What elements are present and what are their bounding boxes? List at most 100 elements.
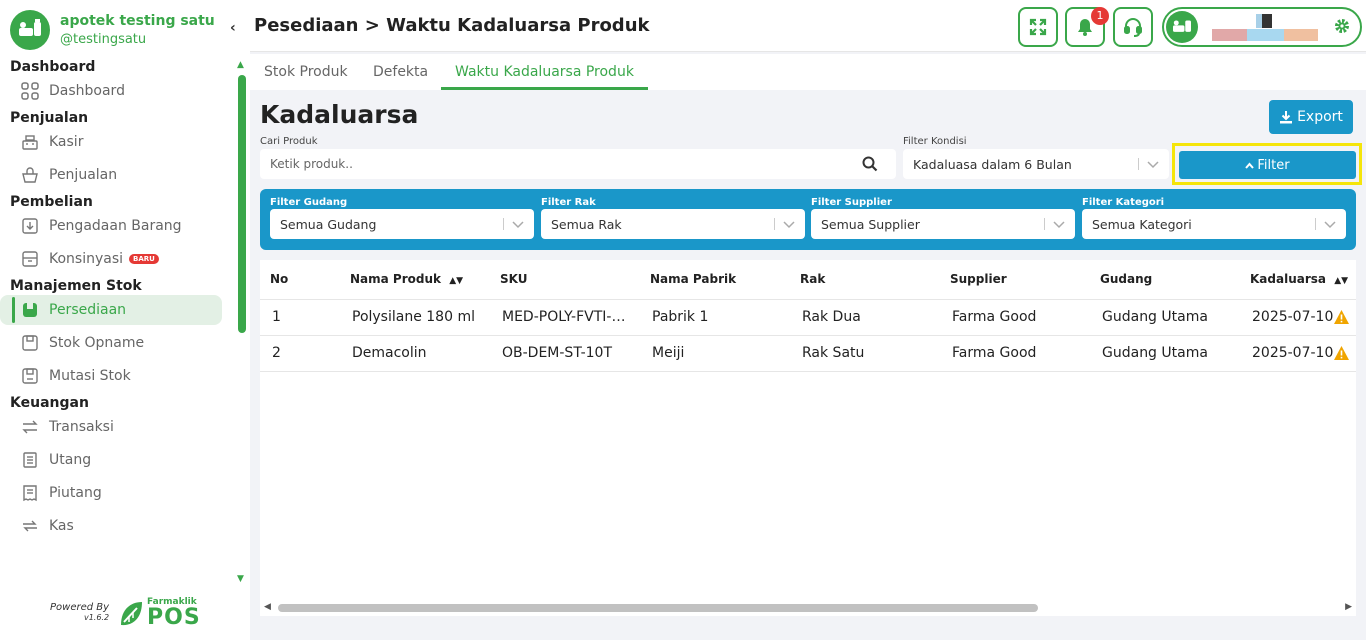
sidebar-item-penjualan[interactable]: Penjualan — [0, 160, 222, 190]
sidebar-item-konsinyasi[interactable]: Konsinyasi BARU — [0, 244, 222, 274]
pharmacy-logo-icon — [10, 10, 50, 50]
column-header-nama-produk[interactable]: Nama Produk ▲▼ — [350, 272, 463, 286]
filter-gudang-label: Filter Gudang — [270, 197, 348, 208]
select-separator — [1138, 158, 1139, 170]
expand-icon — [1029, 18, 1047, 36]
sidebar-item-utang[interactable]: Utang — [0, 445, 222, 475]
column-header-supplier: Supplier — [950, 272, 1007, 286]
powered-by: Powered By v1.6.2 — [50, 603, 109, 623]
filter-rak-select[interactable]: Semua Rak — [541, 209, 805, 239]
section-pembelian: Pembelian — [10, 194, 93, 210]
chevron-down-icon — [1324, 221, 1336, 229]
export-button[interactable]: Export — [1269, 100, 1353, 134]
search-input[interactable]: Ketik produk.. — [260, 149, 896, 179]
select-separator — [503, 218, 504, 230]
table-row[interactable]: 2 Demacolin OB-DEM-ST-10T Meiji Rak Satu… — [260, 335, 1356, 371]
table-row-divider — [260, 371, 1356, 372]
avatar — [1166, 11, 1198, 43]
expiry-table: No Nama Produk ▲▼ SKU Nama Pabrik Rak Su… — [260, 260, 1356, 600]
exchange-icon — [20, 417, 40, 437]
search-icon[interactable] — [862, 156, 878, 172]
farmaklik-logo: Farmaklik POS — [117, 598, 201, 629]
table-row[interactable]: 1 Polysilane 180 ml MED-POLY-FVTI-… Pabr… — [260, 299, 1356, 335]
scrollbar-thumb[interactable] — [278, 604, 1038, 612]
gear-icon[interactable] — [1334, 18, 1350, 34]
inventory-icon — [20, 300, 40, 320]
section-dashboard: Dashboard — [10, 59, 96, 75]
cell-no: 1 — [272, 309, 281, 325]
sort-icon[interactable]: ▲▼ — [449, 276, 463, 286]
filter-panel: Filter Gudang Semua Gudang Filter Rak Se… — [260, 189, 1356, 250]
chevron-down-icon — [512, 221, 524, 229]
section-manajemen-stok: Manajemen Stok — [10, 278, 142, 294]
sidebar-item-mutasi-stok[interactable]: Mutasi Stok — [0, 361, 222, 391]
section-keuangan: Keuangan — [10, 395, 89, 411]
sidebar-scrollbar[interactable]: ▲ ▼ — [236, 60, 248, 588]
scroll-left-icon[interactable]: ◀ — [264, 602, 271, 612]
tab-stok-produk[interactable]: Stok Produk — [264, 54, 348, 90]
profile-picture-redacted — [1256, 14, 1272, 28]
cell-nama-pabrik: Pabrik 1 — [652, 309, 709, 325]
highlight-box — [1172, 143, 1362, 185]
sidebar-item-label: Pengadaan Barang — [49, 218, 182, 234]
cell-kadaluarsa: 2025-07-10 — [1252, 345, 1334, 361]
collapse-sidebar-icon[interactable]: ‹ — [230, 20, 236, 36]
cell-sku: MED-POLY-FVTI-… — [502, 309, 626, 325]
profile-menu[interactable] — [1162, 7, 1362, 47]
filter-kategori-label: Filter Kategori — [1082, 197, 1165, 208]
brand-handle: @testingsatu — [60, 32, 147, 47]
farmaklik-leaf-icon — [121, 601, 142, 625]
filter-kategori-select[interactable]: Semua Kategori — [1082, 209, 1346, 239]
cell-no: 2 — [272, 345, 281, 361]
column-header-no: No — [270, 272, 289, 286]
tab-waktu-kadaluarsa-produk[interactable]: Waktu Kadaluarsa Produk — [441, 54, 648, 90]
warning-icon — [1334, 310, 1349, 324]
powered-by-text: Powered By — [50, 602, 110, 613]
section-penjualan: Penjualan — [10, 110, 89, 126]
filter-supplier-label: Filter Supplier — [811, 197, 892, 208]
sidebar-item-transaksi[interactable]: Transaksi — [0, 412, 222, 442]
notification-count-badge: 1 — [1091, 7, 1109, 25]
sidebar-item-kasir[interactable]: Kasir — [0, 127, 222, 157]
sidebar-menu: Dashboard Dashboard Penjualan Kasir Penj… — [0, 58, 232, 588]
cell-nama-pabrik: Meiji — [652, 345, 685, 361]
tab-bar: Stok Produk Defekta Waktu Kadaluarsa Pro… — [250, 54, 1366, 90]
sidebar-item-kas[interactable]: Kas — [0, 511, 222, 541]
version-text: v1.6.2 — [83, 613, 110, 622]
sort-icon[interactable]: ▲▼ — [1334, 276, 1348, 286]
sidebar-item-label: Stok Opname — [49, 335, 145, 351]
notification-button[interactable]: 1 — [1065, 7, 1109, 47]
basket-icon — [20, 165, 40, 185]
brand: apotek testing satu @testingsatu — [10, 10, 215, 50]
cell-nama-produk: Polysilane 180 ml — [352, 309, 475, 325]
scroll-down-icon[interactable]: ▼ — [237, 574, 244, 584]
select-separator — [1044, 218, 1045, 230]
sidebar-item-piutang[interactable]: Piutang — [0, 478, 222, 508]
condition-value: Kadaluasa dalam 6 Bulan — [913, 157, 1072, 172]
sidebar-item-persediaan[interactable]: Persediaan — [0, 295, 222, 325]
sidebar-item-stok-opname[interactable]: Stok Opname — [0, 328, 222, 358]
search-placeholder: Ketik produk.. — [270, 157, 353, 171]
cell-sku: OB-DEM-ST-10T — [502, 345, 613, 361]
tab-defekta[interactable]: Defekta — [373, 54, 428, 90]
column-header-nama-pabrik: Nama Pabrik — [650, 272, 737, 286]
scroll-right-icon[interactable]: ▶ — [1345, 602, 1352, 612]
filter-gudang-select[interactable]: Semua Gudang — [270, 209, 534, 239]
brand-name: apotek testing satu — [60, 13, 215, 29]
sidebar: apotek testing satu @testingsatu ‹ Dashb… — [0, 0, 250, 640]
column-header-kadaluarsa[interactable]: Kadaluarsa ▲▼ — [1250, 272, 1348, 286]
support-button[interactable] — [1113, 7, 1153, 47]
sidebar-item-label: Persediaan — [49, 302, 127, 318]
filter-supplier-select[interactable]: Semua Supplier — [811, 209, 1075, 239]
scroll-up-icon[interactable]: ▲ — [237, 60, 244, 70]
sidebar-item-pengadaan-barang[interactable]: Pengadaan Barang — [0, 211, 222, 241]
sidebar-item-dashboard[interactable]: Dashboard — [0, 76, 222, 106]
filter-supplier-value: Semua Supplier — [821, 217, 920, 232]
scrollbar-thumb[interactable] — [238, 75, 246, 333]
table-horizontal-scrollbar[interactable]: ◀ ▶ — [260, 600, 1356, 616]
cash-flow-icon — [20, 516, 40, 536]
headset-icon — [1124, 18, 1142, 37]
fullscreen-button[interactable] — [1018, 7, 1058, 47]
condition-select[interactable]: Kadaluasa dalam 6 Bulan — [903, 149, 1169, 179]
condition-label: Filter Kondisi — [903, 136, 967, 147]
